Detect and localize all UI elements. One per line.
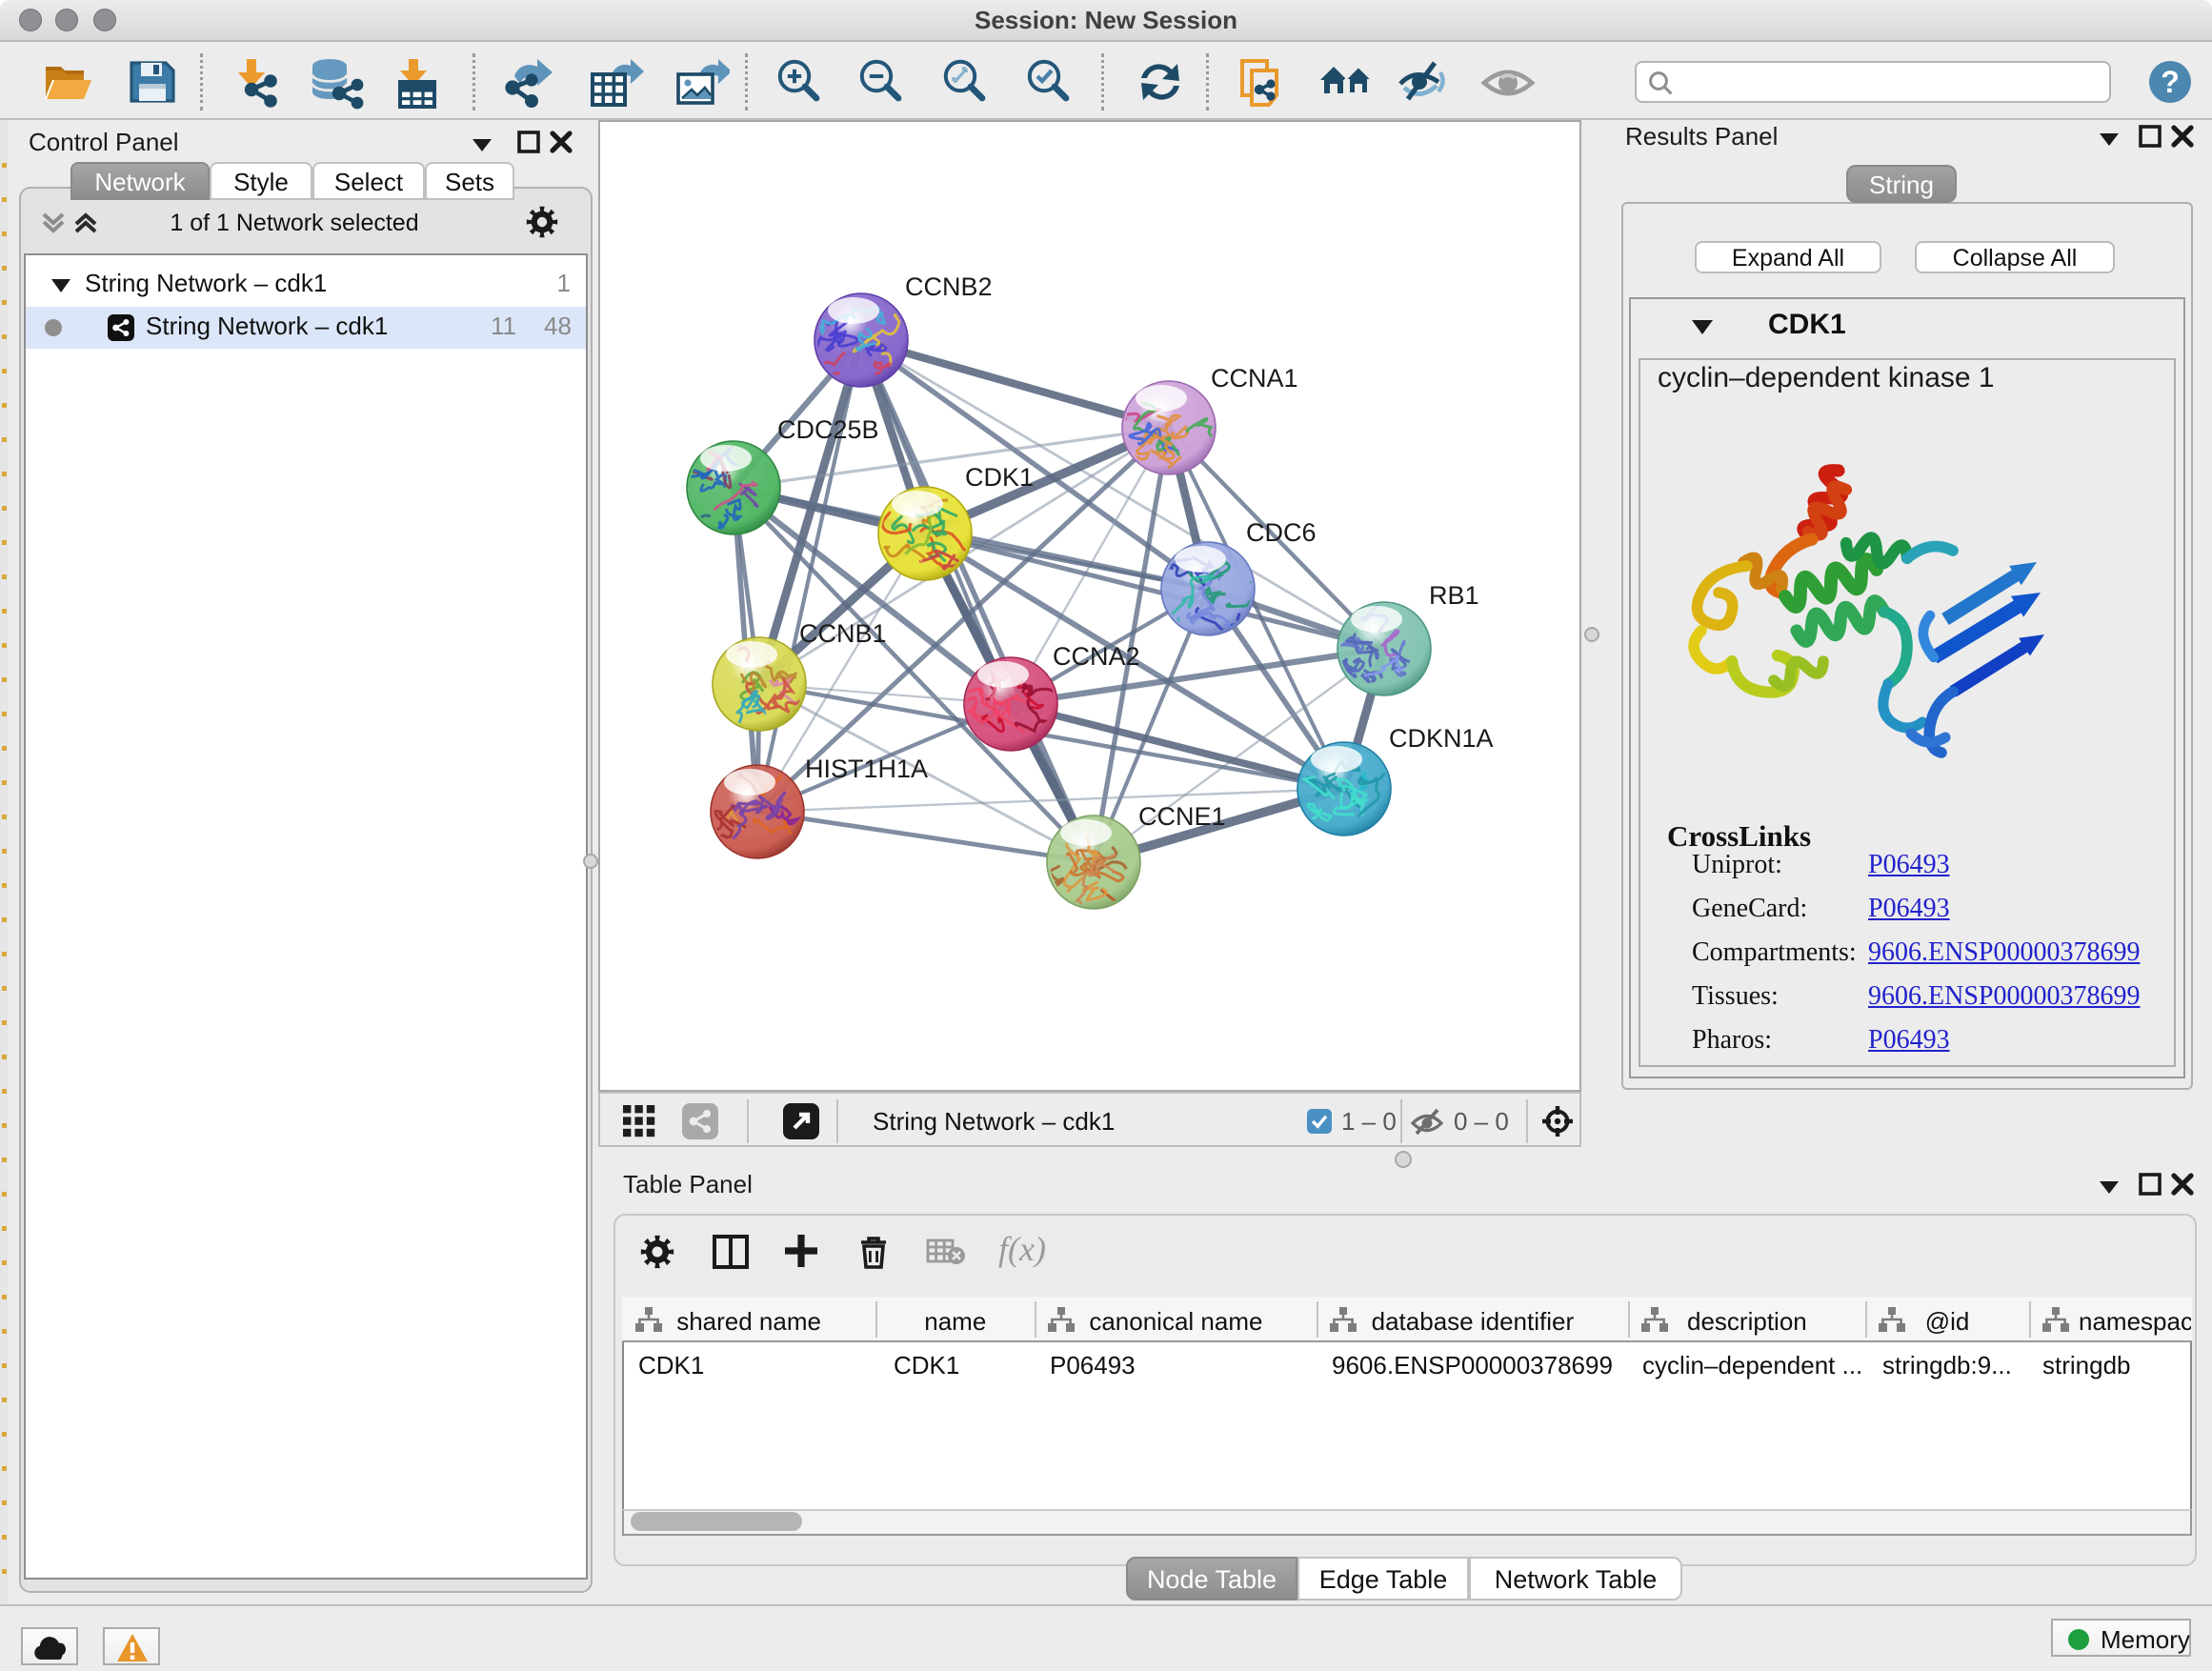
svg-text:CCNA1: CCNA1 xyxy=(1211,364,1298,393)
svg-text:CCNA2: CCNA2 xyxy=(1053,642,1140,671)
svg-text:CDK1: CDK1 xyxy=(965,463,1034,492)
svg-text:HIST1H1A: HIST1H1A xyxy=(805,755,928,783)
svg-text:CDC6: CDC6 xyxy=(1246,518,1317,547)
svg-text:RB1: RB1 xyxy=(1429,581,1479,610)
svg-text:CDKN1A: CDKN1A xyxy=(1389,724,1494,753)
svg-text:CCNB2: CCNB2 xyxy=(905,272,993,301)
svg-text:CDC25B: CDC25B xyxy=(777,415,879,444)
svg-text:?: ? xyxy=(2161,65,2180,99)
svg-text:CCNB1: CCNB1 xyxy=(799,619,887,648)
svg-text:CCNE1: CCNE1 xyxy=(1138,802,1226,831)
